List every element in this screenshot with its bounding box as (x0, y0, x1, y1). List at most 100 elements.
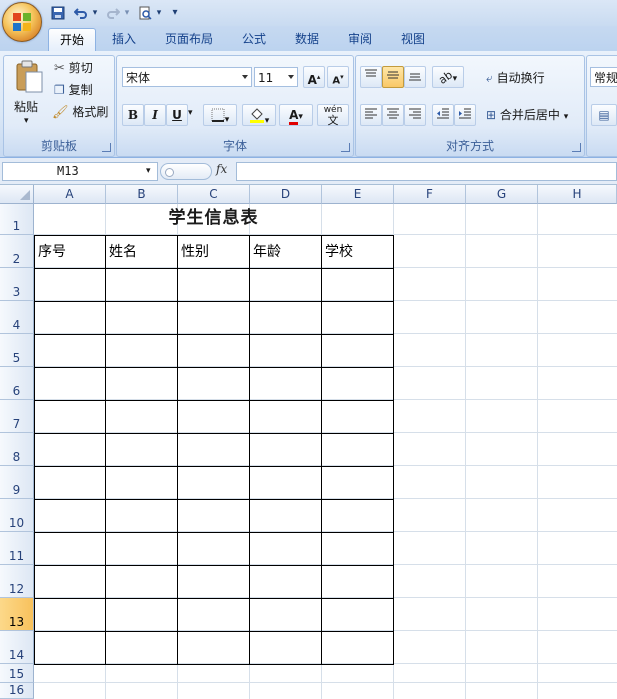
row-header-15[interactable]: 15 (0, 664, 34, 683)
accounting-format-button[interactable]: ▤ (591, 104, 617, 126)
redo-dropdown-icon[interactable]: ▾ (122, 4, 132, 22)
row-header-4[interactable]: 4 (0, 301, 34, 334)
insert-function-button[interactable]: fx (216, 162, 227, 176)
table-border (34, 400, 394, 401)
row-header-8[interactable]: 8 (0, 433, 34, 466)
save-icon[interactable] (50, 4, 66, 22)
format-painter-button[interactable]: 🖌 格式刷 (52, 102, 108, 122)
row-header-5[interactable]: 5 (0, 334, 34, 367)
tab-home[interactable]: 开始 (48, 28, 96, 52)
row-header-1[interactable]: 1 (0, 204, 34, 235)
column-header-c[interactable]: C (178, 185, 250, 204)
table-border (34, 631, 394, 632)
table-border (34, 433, 394, 434)
column-header-e[interactable]: E (322, 185, 394, 204)
orientation-button[interactable]: ab▾ (432, 66, 464, 88)
row-header-13[interactable]: 13 (0, 598, 34, 631)
paint-bucket-icon (249, 108, 264, 123)
office-button[interactable] (2, 2, 42, 42)
font-color-button[interactable]: A▾ (279, 104, 313, 126)
phonetic-guide-button[interactable]: wén 文 (317, 104, 349, 126)
tab-formulas[interactable]: 公式 (232, 28, 276, 51)
italic-button[interactable]: I (144, 104, 166, 126)
header-cell-id[interactable]: 序号 (35, 236, 105, 268)
shrink-font-button[interactable]: A▾ (327, 66, 349, 88)
row-header-16[interactable]: 16 (0, 683, 34, 699)
header-cell-age[interactable]: 年龄 (250, 236, 321, 268)
tab-page-layout[interactable]: 页面布局 (158, 28, 220, 51)
column-header-a[interactable]: A (34, 185, 106, 204)
name-box[interactable]: M13 (2, 162, 158, 181)
customize-qat-icon[interactable]: ▾ (170, 4, 180, 22)
align-left-button[interactable] (360, 104, 382, 126)
redo-icon[interactable] (104, 4, 122, 22)
font-family-combo[interactable]: 宋体 (122, 67, 252, 87)
row-header-2[interactable]: 2 (0, 235, 34, 268)
cut-button[interactable]: ✂ 剪切 (54, 58, 93, 78)
row-header-3[interactable]: 3 (0, 268, 34, 301)
row-header-7[interactable]: 7 (0, 400, 34, 433)
column-header-f[interactable]: F (394, 185, 466, 204)
name-box-value: M13 (57, 164, 79, 178)
borders-button[interactable]: ▾ (203, 104, 237, 126)
undo-dropdown-icon[interactable]: ▾ (90, 4, 100, 22)
formula-bar-splitter[interactable] (160, 163, 212, 180)
bottom-align-button[interactable] (404, 66, 426, 88)
column-header-b[interactable]: B (106, 185, 178, 204)
merge-center-label: 合并后居中 (499, 108, 560, 122)
header-cell-name[interactable]: 姓名 (106, 236, 177, 268)
tab-data[interactable]: 数据 (287, 28, 327, 51)
alignment-dialog-launcher-icon[interactable] (572, 143, 581, 152)
row-header-12[interactable]: 12 (0, 565, 34, 598)
row-header-14[interactable]: 14 (0, 631, 34, 664)
middle-align-button[interactable] (382, 66, 404, 88)
font-dialog-launcher-icon[interactable] (341, 143, 350, 152)
row-header-10[interactable]: 10 (0, 499, 34, 532)
header-cell-school[interactable]: 学校 (322, 236, 393, 268)
grow-font-button[interactable]: A▴ (303, 66, 325, 88)
merge-center-button[interactable]: ⊞ 合并后居中 ▾ (486, 105, 568, 125)
sheet-title-cell[interactable]: 学生信息表 (34, 204, 393, 235)
tab-view[interactable]: 视图 (393, 28, 433, 51)
decrease-indent-button[interactable] (432, 104, 454, 126)
align-right-button[interactable] (404, 104, 426, 126)
tab-insert[interactable]: 插入 (104, 28, 144, 51)
align-left-icon (365, 108, 377, 119)
underline-button[interactable]: U (166, 104, 188, 126)
print-preview-dropdown-icon[interactable]: ▾ (154, 4, 164, 22)
header-cell-gender[interactable]: 性别 (178, 236, 249, 268)
font-family-value: 宋体 (126, 71, 151, 85)
fill-color-button[interactable]: ▾ (242, 104, 276, 126)
font-size-combo[interactable]: 11 (254, 67, 298, 87)
increase-indent-button[interactable] (454, 104, 476, 126)
paintbrush-icon: 🖌 (52, 105, 69, 120)
table-border (34, 598, 394, 599)
increase-indent-icon (459, 108, 471, 119)
row-header-11[interactable]: 11 (0, 532, 34, 565)
undo-icon[interactable] (72, 4, 90, 22)
copy-button[interactable]: ❐ 复制 (54, 80, 93, 100)
row-header-6[interactable]: 6 (0, 367, 34, 400)
column-header-g[interactable]: G (466, 185, 538, 204)
tab-review[interactable]: 审阅 (340, 28, 380, 51)
bold-button[interactable]: B (122, 104, 144, 126)
table-border (34, 565, 394, 566)
print-preview-icon[interactable] (136, 4, 154, 22)
column-header-h[interactable]: H (538, 185, 617, 204)
name-box-dropdown-icon[interactable]: ▾ (146, 166, 151, 176)
wrap-text-button[interactable]: ⤶ 自动换行 (486, 68, 545, 88)
row-header-9[interactable]: 9 (0, 466, 34, 499)
table-border (34, 334, 394, 335)
clipboard-dialog-launcher-icon[interactable] (102, 143, 111, 152)
middle-align-icon (387, 71, 399, 79)
number-format-combo[interactable]: 常规 (590, 67, 617, 87)
formula-input[interactable] (236, 162, 617, 181)
paste-button[interactable]: 粘贴 ▾ (8, 58, 48, 130)
bottom-align-icon (409, 73, 421, 81)
column-header-d[interactable]: D (250, 185, 322, 204)
select-all-button[interactable] (0, 185, 34, 204)
top-align-button[interactable] (360, 66, 382, 88)
underline-dropdown-icon[interactable]: ▾ (188, 108, 193, 118)
orientation-icon: ab (436, 68, 455, 87)
align-center-button[interactable] (382, 104, 404, 126)
